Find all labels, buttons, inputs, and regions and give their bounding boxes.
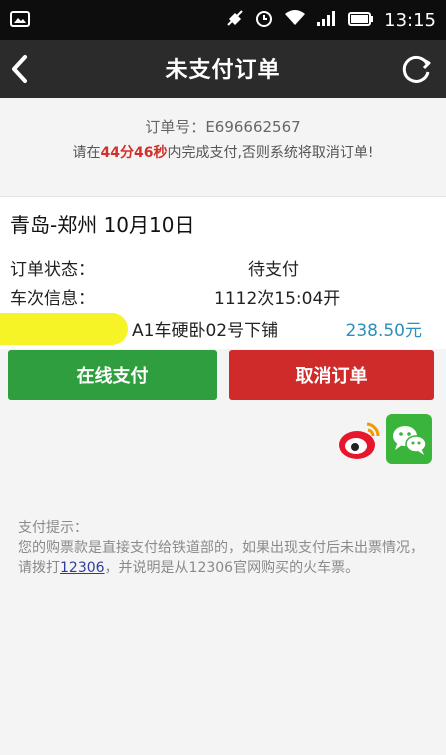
page-title: 未支付订单 — [165, 58, 281, 83]
app-frame: 13:15 未支付订单 订单号：E696662567 请在44分46秒内完成支付… — [0, 0, 446, 755]
tips-body: 您的购票款是直接支付给铁道部的，如果出现支付后未出票情况，请拨打12306，并说… — [18, 538, 428, 578]
countdown-seconds: 46秒 — [133, 145, 168, 161]
payment-countdown: 请在44分46秒内完成支付,否则系统将取消订单! — [0, 142, 446, 162]
alarm-icon — [254, 8, 274, 32]
order-info: 订单号：E696662567 请在44分46秒内完成支付,否则系统将取消订单! — [0, 98, 446, 186]
ticket-price: 238.50元 — [345, 321, 422, 341]
status-time: 13:15 — [384, 9, 436, 31]
signal-icon — [316, 9, 338, 31]
order-number: 订单号：E696662567 — [0, 116, 446, 137]
title-bar: 未支付订单 — [0, 40, 446, 98]
payment-tips: 支付提示： 您的购票款是直接支付给铁道部的，如果出现支付后未出票情况，请拨打12… — [18, 518, 428, 578]
cancel-order-button[interactable]: 取消订单 — [229, 350, 434, 400]
seat-info: A1车硬卧02号下铺 — [132, 321, 279, 341]
status-value: 待支付 — [248, 260, 299, 280]
train-label: 车次信息： — [10, 289, 95, 309]
wifi-icon — [284, 9, 306, 31]
online-pay-button[interactable]: 在线支付 — [8, 350, 217, 400]
battery-icon — [348, 11, 374, 30]
trip-route: 青岛-郑州 10月10日 — [0, 196, 446, 250]
weibo-share-icon[interactable] — [337, 414, 381, 464]
silent-icon — [226, 9, 244, 31]
countdown-suffix: 内完成支付,否则系统将取消订单! — [167, 145, 374, 161]
hotline-link[interactable]: 12306 — [60, 560, 105, 576]
order-number-value: E696662567 — [205, 118, 301, 136]
tips-text-end: ，并说明是从12306官网购买的火车票。 — [104, 560, 360, 576]
tips-title: 支付提示： — [18, 520, 88, 536]
screenshot-icon — [10, 10, 30, 28]
route-text: 青岛-郑州 10月10日 — [10, 213, 195, 237]
refresh-icon[interactable] — [400, 52, 434, 86]
wechat-share-icon[interactable] — [386, 414, 432, 464]
countdown-minutes: 44分 — [100, 145, 134, 161]
order-number-label: 订单号： — [145, 118, 206, 136]
redaction-highlight — [0, 313, 128, 345]
status-bar: 13:15 — [0, 0, 446, 40]
status-label: 订单状态： — [10, 260, 95, 280]
countdown-prefix: 请在 — [72, 145, 101, 161]
train-value: 1112次15:04开 — [214, 289, 341, 309]
